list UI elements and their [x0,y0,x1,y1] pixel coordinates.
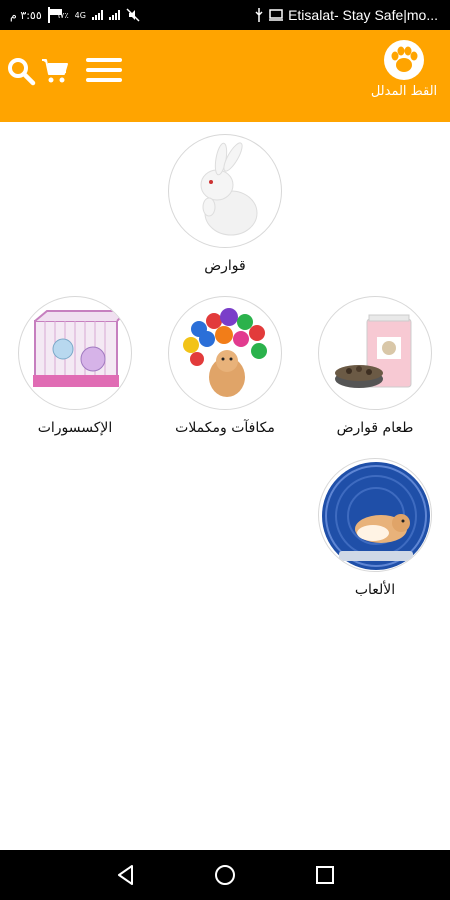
category-label: قوارض [204,258,246,274]
recents-button[interactable] [314,864,336,886]
mute-icon [126,8,140,22]
system-nav-bar [0,850,450,900]
category-rodents[interactable]: قوارض [150,134,300,274]
category-toys[interactable]: الألعاب [300,458,450,598]
category-label: الألعاب [354,582,396,598]
category-label: مكافآت ومكملات [175,420,275,436]
hamster-wheel-image [318,458,432,572]
menu-icon-bar [86,78,122,82]
cage-image [18,296,132,410]
menu-icon-bar [86,68,122,72]
vitamins-hamster-image [168,296,282,410]
logo-text: القط المدلل [370,84,438,99]
signal-icon-2 [108,10,120,20]
paw-icon [384,40,424,80]
status-time: ٣:٥٥ م [10,8,42,22]
category-label: الإكسسورات [37,420,113,436]
network-label: 4G [74,10,86,20]
status-right: Etisalat- Stay Safe|mo... [254,7,438,23]
search-icon [8,58,36,86]
category-label: طعام قوارض [336,420,414,436]
carrier-name: Etisalat- Stay Safe|mo... [288,7,438,23]
rabbit-image [168,134,282,248]
home-icon [215,865,235,885]
cart-button[interactable] [40,56,70,86]
category-accessories[interactable]: الإكسسورات [0,296,150,436]
app-bar: القط المدلل [0,30,450,122]
category-treats-supplements[interactable]: مكافآت ومكملات [150,296,300,436]
search-button[interactable] [6,56,36,86]
signal-icon [91,10,103,20]
home-button[interactable] [214,864,236,886]
status-bar: ٣:٥٥ م ٦٧٪ 4G Etisalat- Stay Safe|mo... [0,0,450,30]
battery-icon [47,7,62,23]
status-left: ٣:٥٥ م ٦٧٪ 4G [10,7,140,23]
back-button[interactable] [115,864,137,886]
usb-icon [255,8,263,22]
cart-icon [42,59,68,83]
back-icon [118,865,133,885]
menu-icon-bar [86,58,122,62]
recents-icon [316,866,334,884]
menu-button[interactable] [86,56,122,86]
category-rodent-food[interactable]: طعام قوارض [300,296,450,436]
screen-icon [269,9,284,21]
rodent-food-image [318,296,432,410]
app-logo[interactable]: القط المدلل [364,40,444,112]
